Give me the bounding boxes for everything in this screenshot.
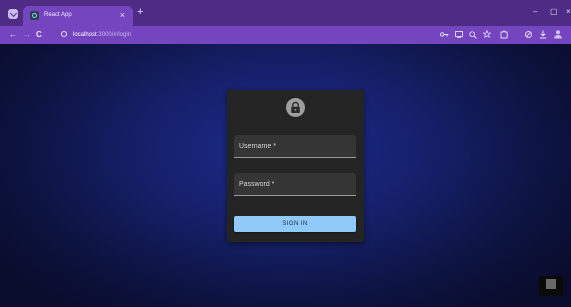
minimize-button[interactable]: – xyxy=(533,6,537,18)
cast-icon[interactable] xyxy=(455,31,463,38)
corner-logo xyxy=(539,276,563,296)
sign-in-button[interactable]: SIGN IN xyxy=(234,216,356,232)
profile-icon[interactable] xyxy=(553,29,563,39)
username-label: Username * xyxy=(239,143,276,150)
tab-close-button[interactable]: × xyxy=(120,9,125,21)
username-field[interactable]: Username * xyxy=(234,135,356,158)
url-path: :3000/#/login xyxy=(96,32,132,38)
new-tab-button[interactable]: + xyxy=(137,6,143,19)
tab-search-button[interactable] xyxy=(8,9,18,19)
tab-react-app[interactable]: React App × xyxy=(23,6,133,26)
browser-window: React App × + – ▢ × ← → C localhost:3000… xyxy=(0,0,571,307)
site-info-icon[interactable] xyxy=(61,31,67,37)
lock-avatar xyxy=(286,98,305,117)
react-favicon-icon xyxy=(30,11,39,20)
close-window-button[interactable]: × xyxy=(566,6,571,18)
lock-icon xyxy=(291,101,300,113)
zoom-icon[interactable] xyxy=(469,31,477,39)
tab-strip: React App × + – ▢ × xyxy=(0,0,571,26)
address-bar[interactable]: localhost:3000/#/login xyxy=(73,30,131,40)
tab-title: React App xyxy=(44,12,72,18)
maximize-button[interactable]: ▢ xyxy=(550,6,558,18)
download-icon[interactable] xyxy=(539,30,547,39)
key-icon[interactable] xyxy=(440,31,449,38)
browser-toolbar: ← → C localhost:3000/#/login xyxy=(0,26,571,44)
logo-dots-icon xyxy=(546,279,556,289)
forward-button[interactable]: → xyxy=(23,29,31,41)
extension-icon[interactable] xyxy=(500,30,508,39)
url-host: localhost xyxy=(73,32,97,38)
star-icon[interactable] xyxy=(483,30,491,38)
chevron-down-icon xyxy=(9,9,17,17)
login-card: Username * Password * SIGN IN xyxy=(227,90,364,242)
back-button[interactable]: ← xyxy=(9,29,17,41)
reload-button[interactable]: C xyxy=(36,29,42,41)
page-content: Username * Password * SIGN IN xyxy=(0,44,571,307)
sidebar-icon[interactable] xyxy=(525,31,532,38)
password-field[interactable]: Password * xyxy=(234,173,356,196)
password-label: Password * xyxy=(239,181,275,188)
